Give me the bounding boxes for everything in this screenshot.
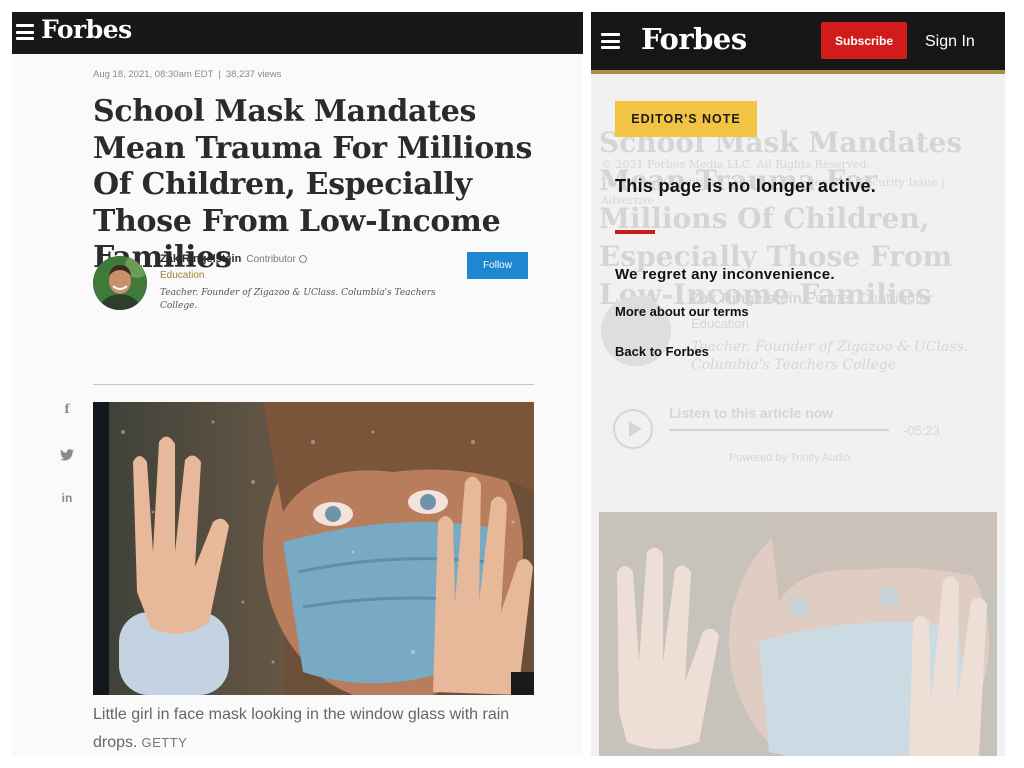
- follow-button[interactable]: Follow: [467, 252, 528, 279]
- right-inactive-page-screenshot: Forbes Subscribe Sign In School Mask Man…: [591, 12, 1005, 756]
- author-bio: Teacher. Founder of Zigazoo & UClass. Co…: [160, 288, 436, 311]
- red-accent-bar: [615, 230, 655, 234]
- forbes-header: Forbes: [12, 12, 583, 54]
- play-icon: [613, 409, 653, 449]
- author-avatar[interactable]: [93, 256, 147, 310]
- publish-date: Aug 18, 2021, 08:30am EDT: [93, 69, 214, 80]
- divider: [93, 384, 534, 385]
- view-count: 38,237 views: [225, 69, 282, 80]
- author-section-link[interactable]: Education: [160, 270, 204, 281]
- ghost-audio-time: -05:23: [903, 423, 940, 438]
- article-headline: School Mask Mandates Mean Trauma For Mil…: [93, 94, 533, 275]
- image-credit: GETTY: [141, 735, 188, 750]
- hamburger-menu-icon[interactable]: [601, 33, 620, 49]
- hamburger-menu-icon[interactable]: [16, 24, 34, 40]
- info-icon[interactable]: [298, 255, 307, 264]
- faded-hero-image: [599, 512, 997, 756]
- ghost-listen-label: Listen to this article now: [669, 405, 834, 421]
- ghost-audio-progress: [669, 429, 889, 431]
- ghost-powered-by: Powered by Trinity Audio: [729, 452, 851, 464]
- forbes-logo[interactable]: Forbes: [641, 22, 747, 56]
- editors-note-badge: EDITOR'S NOTE: [615, 101, 757, 137]
- more-about-terms-link[interactable]: More about our terms: [615, 304, 749, 319]
- sign-in-link[interactable]: Sign In: [925, 33, 975, 51]
- author-name[interactable]: Zak Ringelstein Contributor: [160, 253, 307, 265]
- ghost-headline: School Mask Mandates Mean Trauma For Mil…: [599, 126, 963, 311]
- image-caption: Little girl in face mask looking in the …: [93, 706, 510, 751]
- inactive-page-message: This page is no longer active.: [615, 176, 877, 196]
- regret-message: We regret any inconvenience.: [615, 266, 835, 283]
- forbes-header: Forbes Subscribe Sign In: [591, 12, 1005, 70]
- forbes-logo[interactable]: Forbes: [41, 15, 132, 44]
- back-to-forbes-link[interactable]: Back to Forbes: [615, 344, 709, 359]
- subscribe-button[interactable]: Subscribe: [821, 22, 907, 59]
- facebook-share-icon[interactable]: f: [60, 402, 74, 416]
- linkedin-share-icon[interactable]: in: [60, 491, 74, 505]
- author-role: Contributor: [246, 254, 296, 265]
- ghost-bio: Teacher. Founder of Zigazoo & UClass. Co…: [691, 339, 969, 373]
- article-meta: Aug 18, 2021, 08:30am EDT | 38,237 views: [93, 69, 282, 80]
- article-hero-image: [93, 402, 534, 695]
- left-article-screenshot: Forbes Aug 18, 2021, 08:30am EDT | 38,237 …: [12, 12, 583, 756]
- twitter-share-icon[interactable]: [60, 449, 74, 464]
